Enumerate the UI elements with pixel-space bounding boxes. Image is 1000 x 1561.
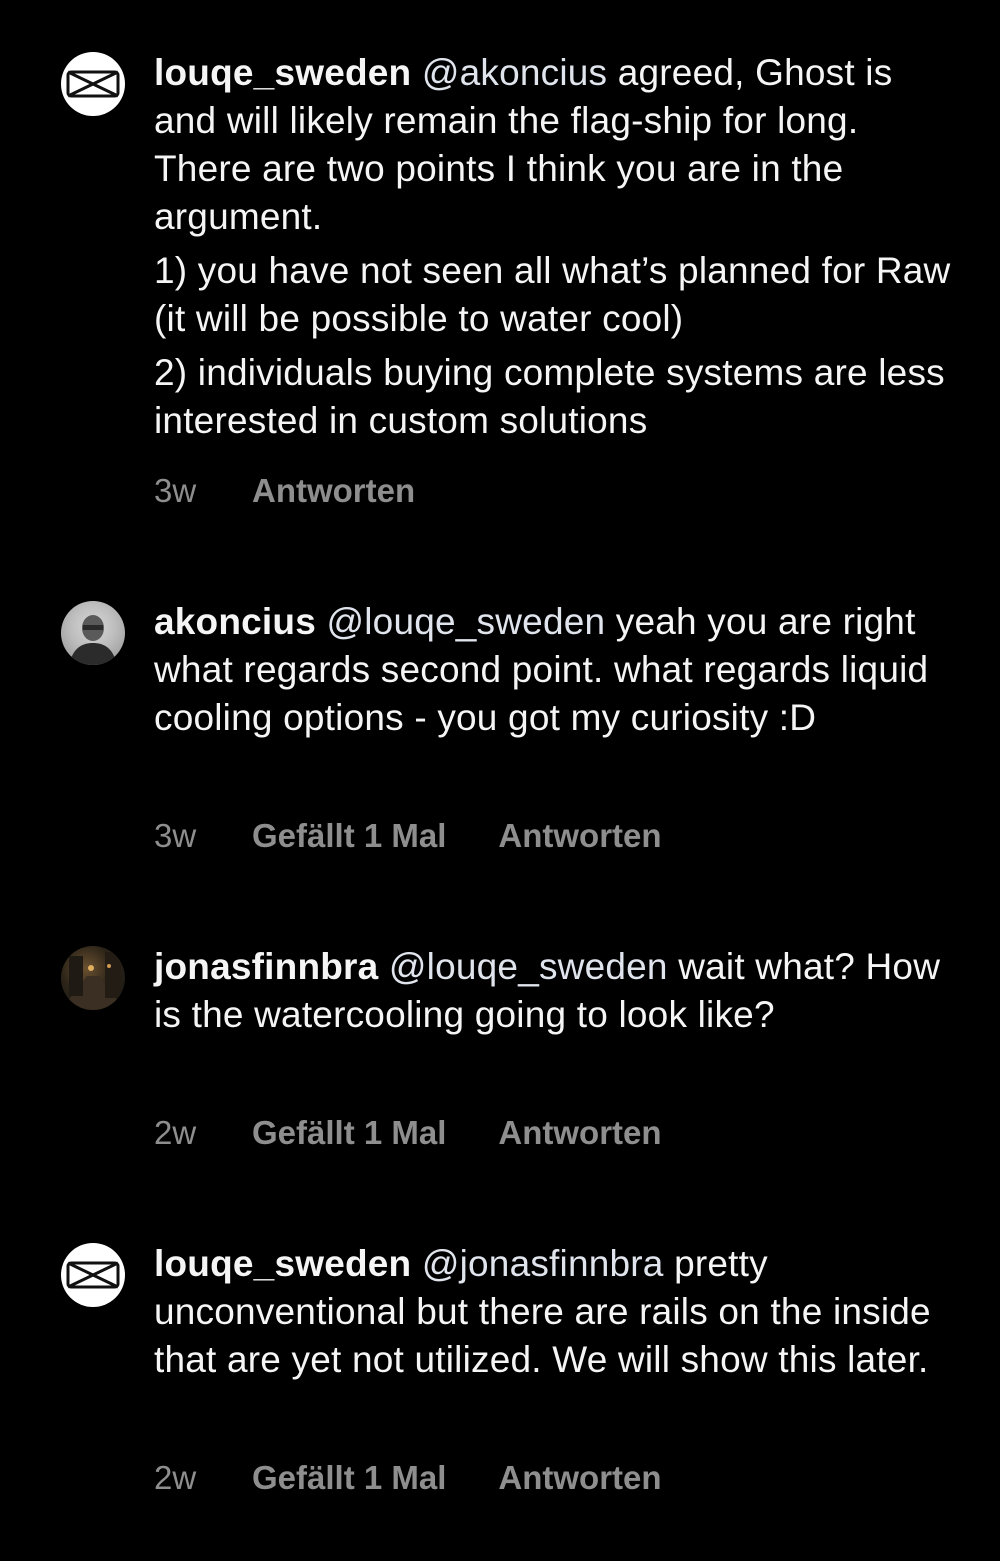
username-link[interactable]: louqe_sweden	[154, 1243, 411, 1284]
username-link[interactable]: akoncius	[154, 601, 316, 642]
reply-button[interactable]: Antworten	[498, 1459, 661, 1497]
comment-paragraph: 2) individuals buying complete systems a…	[154, 352, 945, 441]
mention-link[interactable]: @akoncius	[422, 52, 607, 93]
louqe-logo-icon[interactable]	[61, 52, 125, 116]
comment-meta: 2w Gefällt 1 Mal Antworten	[154, 1459, 662, 1497]
louqe-logo-icon[interactable]	[61, 1243, 125, 1307]
timestamp: 3w	[154, 472, 197, 509]
reply-button[interactable]: Antworten	[252, 472, 415, 510]
street-photo-avatar[interactable]	[61, 946, 125, 1010]
likes-button[interactable]: Gefällt 1 Mal	[252, 817, 446, 855]
username-link[interactable]: jonasfinnbra	[154, 946, 378, 987]
timestamp: 2w	[154, 1114, 197, 1151]
username-link[interactable]: louqe_sweden	[154, 52, 411, 93]
comment-meta: 3w Antworten	[154, 472, 415, 510]
comment-meta: 2w Gefällt 1 Mal Antworten	[154, 1114, 662, 1152]
comment-text: louqe_sweden @akoncius agreed, Ghost is …	[154, 49, 954, 445]
timestamp: 3w	[154, 817, 197, 854]
user-photo-avatar[interactable]	[61, 601, 125, 665]
comment-text: louqe_sweden @jonasfinnbra pretty unconv…	[154, 1240, 954, 1384]
reply-button[interactable]: Antworten	[498, 1114, 661, 1152]
reply-button[interactable]: Antworten	[498, 817, 661, 855]
comment-paragraph: 1) you have not seen all what’s planned …	[154, 250, 951, 339]
timestamp: 2w	[154, 1459, 197, 1496]
comment-text: akoncius @louqe_sweden yeah you are righ…	[154, 598, 954, 742]
comment-meta: 3w Gefällt 1 Mal Antworten	[154, 817, 662, 855]
likes-button[interactable]: Gefällt 1 Mal	[252, 1459, 446, 1497]
mention-link[interactable]: @jonasfinnbra	[422, 1243, 664, 1284]
comment-text: jonasfinnbra @louqe_sweden wait what? Ho…	[154, 943, 954, 1039]
likes-button[interactable]: Gefällt 1 Mal	[252, 1114, 446, 1152]
mention-link[interactable]: @louqe_sweden	[389, 946, 668, 987]
mention-link[interactable]: @louqe_sweden	[326, 601, 605, 642]
